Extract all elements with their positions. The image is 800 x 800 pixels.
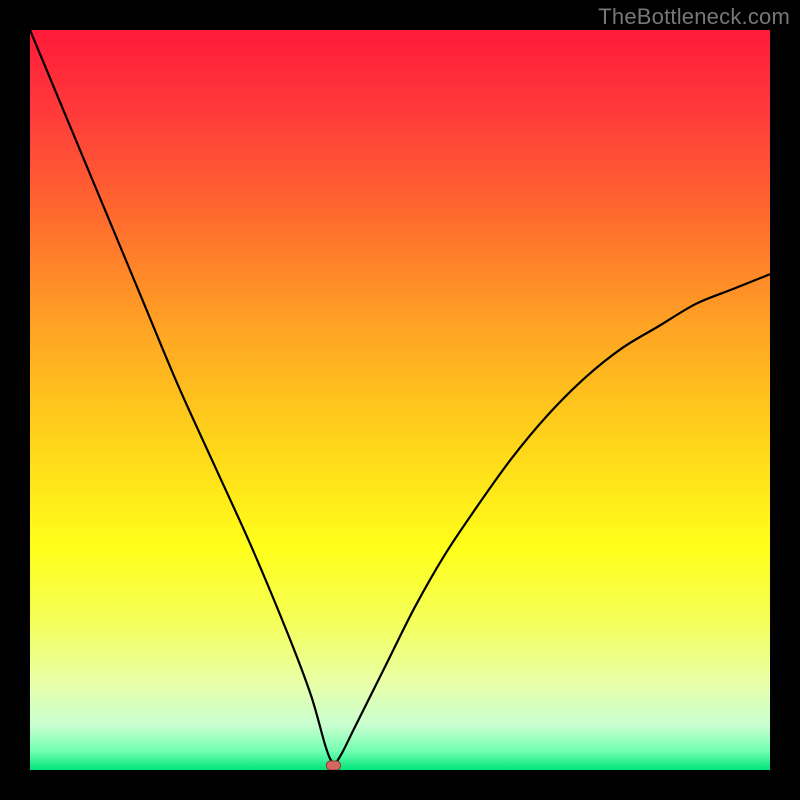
bottleneck-chart — [30, 30, 770, 770]
gradient-background — [30, 30, 770, 770]
watermark-text: TheBottleneck.com — [598, 4, 790, 30]
chart-frame: TheBottleneck.com — [0, 0, 800, 800]
optimum-marker — [326, 761, 340, 770]
plot-area — [30, 30, 770, 770]
